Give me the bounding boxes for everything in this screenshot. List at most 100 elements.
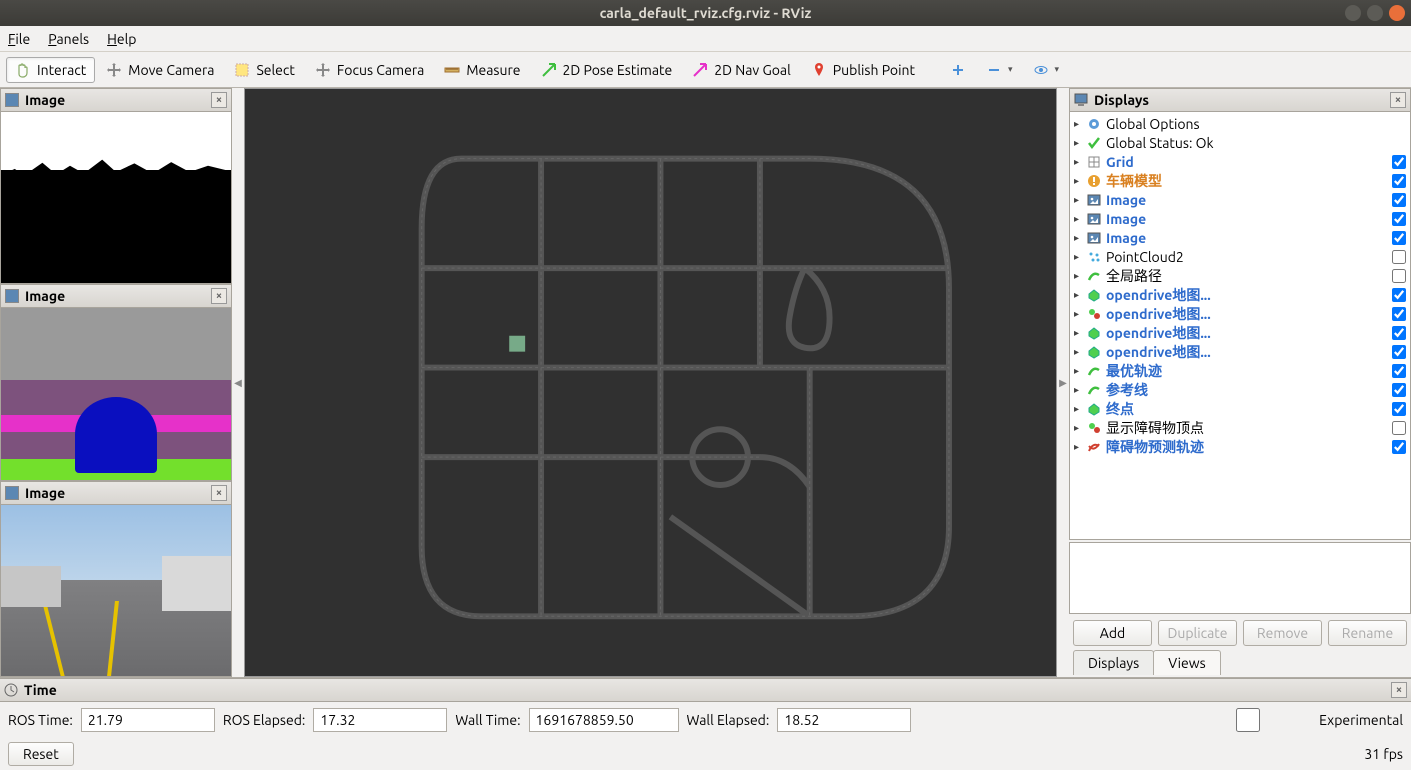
tool-measure-button[interactable]: Measure <box>435 57 529 83</box>
panel-close-button[interactable]: × <box>211 92 227 108</box>
display-item[interactable]: ▸显示障碍物顶点 <box>1070 418 1410 437</box>
window-close-button[interactable] <box>1389 5 1405 21</box>
display-item-checkbox[interactable] <box>1392 288 1406 302</box>
window-minimize-button[interactable] <box>1345 5 1361 21</box>
expand-arrow-icon[interactable]: ▸ <box>1074 232 1086 244</box>
display-item-checkbox[interactable] <box>1392 421 1406 435</box>
wall-elapsed-input[interactable] <box>777 708 911 732</box>
display-item-checkbox[interactable] <box>1392 193 1406 207</box>
display-item-checkbox[interactable] <box>1392 345 1406 359</box>
display-item-checkbox[interactable] <box>1392 269 1406 283</box>
expand-arrow-icon[interactable]: ▸ <box>1074 365 1086 377</box>
tab-views[interactable]: Views <box>1153 650 1220 675</box>
add-button[interactable]: Add <box>1073 620 1152 646</box>
tool-publish-point-button[interactable]: Publish Point <box>802 57 924 83</box>
display-item[interactable]: ▸opendrive地图... <box>1070 342 1410 361</box>
tab-displays[interactable]: Displays <box>1073 650 1154 675</box>
expand-arrow-icon[interactable]: ▸ <box>1074 213 1086 225</box>
tool-nav-goal-button[interactable]: 2D Nav Goal <box>683 57 800 83</box>
tool-eye-button[interactable]: ▾ <box>1024 57 1069 83</box>
experimental-checkbox[interactable] <box>1181 708 1315 732</box>
display-item-checkbox[interactable] <box>1392 364 1406 378</box>
display-item-checkbox[interactable] <box>1392 402 1406 416</box>
display-item-checkbox[interactable] <box>1392 326 1406 340</box>
expand-arrow-icon[interactable]: ▸ <box>1074 346 1086 358</box>
tool-remove-button[interactable]: ▾ <box>977 57 1022 83</box>
panel-close-button[interactable]: × <box>211 485 227 501</box>
menu-file[interactable]: File <box>8 31 30 47</box>
marker-g-icon <box>1086 344 1102 360</box>
expand-arrow-icon[interactable]: ▸ <box>1074 327 1086 339</box>
display-item[interactable]: ▸opendrive地图... <box>1070 323 1410 342</box>
display-item[interactable]: ▸最优轨迹 <box>1070 361 1410 380</box>
wall-elapsed-label: Wall Elapsed: <box>687 712 770 728</box>
display-item[interactable]: ▸PointCloud2 <box>1070 247 1410 266</box>
display-item-checkbox[interactable] <box>1392 250 1406 264</box>
expand-arrow-icon[interactable]: ▸ <box>1074 384 1086 396</box>
display-item-checkbox[interactable] <box>1392 174 1406 188</box>
expand-arrow-icon[interactable]: ▸ <box>1074 270 1086 282</box>
display-item-checkbox[interactable] <box>1392 440 1406 454</box>
expand-arrow-icon[interactable]: ▸ <box>1074 137 1086 149</box>
remove-button[interactable]: Remove <box>1243 620 1322 646</box>
display-item[interactable]: ▸参考线 <box>1070 380 1410 399</box>
tool-move-camera-button[interactable]: Move Camera <box>97 57 223 83</box>
display-item[interactable]: ▸Image <box>1070 209 1410 228</box>
panel-close-button[interactable]: × <box>211 288 227 304</box>
tool-add-button[interactable] <box>941 57 975 83</box>
ros-time-input[interactable] <box>81 708 215 732</box>
display-item[interactable]: ▸障碍物预测轨迹 <box>1070 437 1410 456</box>
display-item[interactable]: ▸Image <box>1070 228 1410 247</box>
expand-arrow-icon[interactable]: ▸ <box>1074 289 1086 301</box>
display-item-checkbox[interactable] <box>1392 383 1406 397</box>
image-view-3[interactable] <box>0 505 232 677</box>
duplicate-button[interactable]: Duplicate <box>1158 620 1237 646</box>
display-item-checkbox[interactable] <box>1392 307 1406 321</box>
display-item[interactable]: ▸Global Status: Ok <box>1070 133 1410 152</box>
expand-arrow-icon[interactable]: ▸ <box>1074 175 1086 187</box>
ros-elapsed-input[interactable] <box>313 708 447 732</box>
image-view-1[interactable] <box>0 112 232 284</box>
menu-help[interactable]: Help <box>107 31 136 47</box>
right-gutter-handle[interactable]: ▶ <box>1057 88 1069 677</box>
image-panel-2-header[interactable]: Image × <box>0 284 232 308</box>
display-item[interactable]: ▸Grid <box>1070 152 1410 171</box>
display-item[interactable]: ▸终点 <box>1070 399 1410 418</box>
wall-time-input[interactable] <box>529 708 679 732</box>
display-item-checkbox[interactable] <box>1392 231 1406 245</box>
expand-arrow-icon[interactable]: ▸ <box>1074 422 1086 434</box>
tool-pose-estimate-button[interactable]: 2D Pose Estimate <box>532 57 682 83</box>
image-view-2[interactable] <box>0 308 232 480</box>
3d-view[interactable] <box>244 88 1057 677</box>
reset-button[interactable]: Reset <box>8 742 74 766</box>
expand-arrow-icon[interactable]: ▸ <box>1074 251 1086 263</box>
tool-focus-camera-button[interactable]: Focus Camera <box>306 57 433 83</box>
image-panel-1-header[interactable]: Image × <box>0 88 232 112</box>
expand-arrow-icon[interactable]: ▸ <box>1074 308 1086 320</box>
tool-select-button[interactable]: Select <box>225 57 303 83</box>
window-maximize-button[interactable] <box>1367 5 1383 21</box>
display-item[interactable]: ▸Image <box>1070 190 1410 209</box>
display-item[interactable]: ▸车辆模型 <box>1070 171 1410 190</box>
menu-panels[interactable]: Panels <box>48 31 89 47</box>
display-item[interactable]: ▸opendrive地图... <box>1070 304 1410 323</box>
panel-close-button[interactable]: × <box>1390 92 1406 108</box>
display-item[interactable]: ▸全局路径 <box>1070 266 1410 285</box>
tool-interact-button[interactable]: Interact <box>6 57 95 83</box>
display-item[interactable]: ▸Global Options <box>1070 114 1410 133</box>
expand-arrow-icon[interactable]: ▸ <box>1074 194 1086 206</box>
expand-arrow-icon[interactable]: ▸ <box>1074 156 1086 168</box>
display-item-checkbox[interactable] <box>1392 155 1406 169</box>
left-gutter-handle[interactable]: ◀ <box>232 88 244 677</box>
displays-tree[interactable]: ▸Global Options▸Global Status: Ok▸Grid▸车… <box>1069 112 1411 540</box>
tool-nav-goal-label: 2D Nav Goal <box>714 62 791 78</box>
rename-button[interactable]: Rename <box>1328 620 1407 646</box>
panel-close-button[interactable]: × <box>1391 682 1407 698</box>
expand-arrow-icon[interactable]: ▸ <box>1074 441 1086 453</box>
displays-panel-header[interactable]: Displays × <box>1069 88 1411 112</box>
expand-arrow-icon[interactable]: ▸ <box>1074 403 1086 415</box>
display-item[interactable]: ▸opendrive地图... <box>1070 285 1410 304</box>
display-item-checkbox[interactable] <box>1392 212 1406 226</box>
image-panel-3-header[interactable]: Image × <box>0 481 232 505</box>
expand-arrow-icon[interactable]: ▸ <box>1074 118 1086 130</box>
